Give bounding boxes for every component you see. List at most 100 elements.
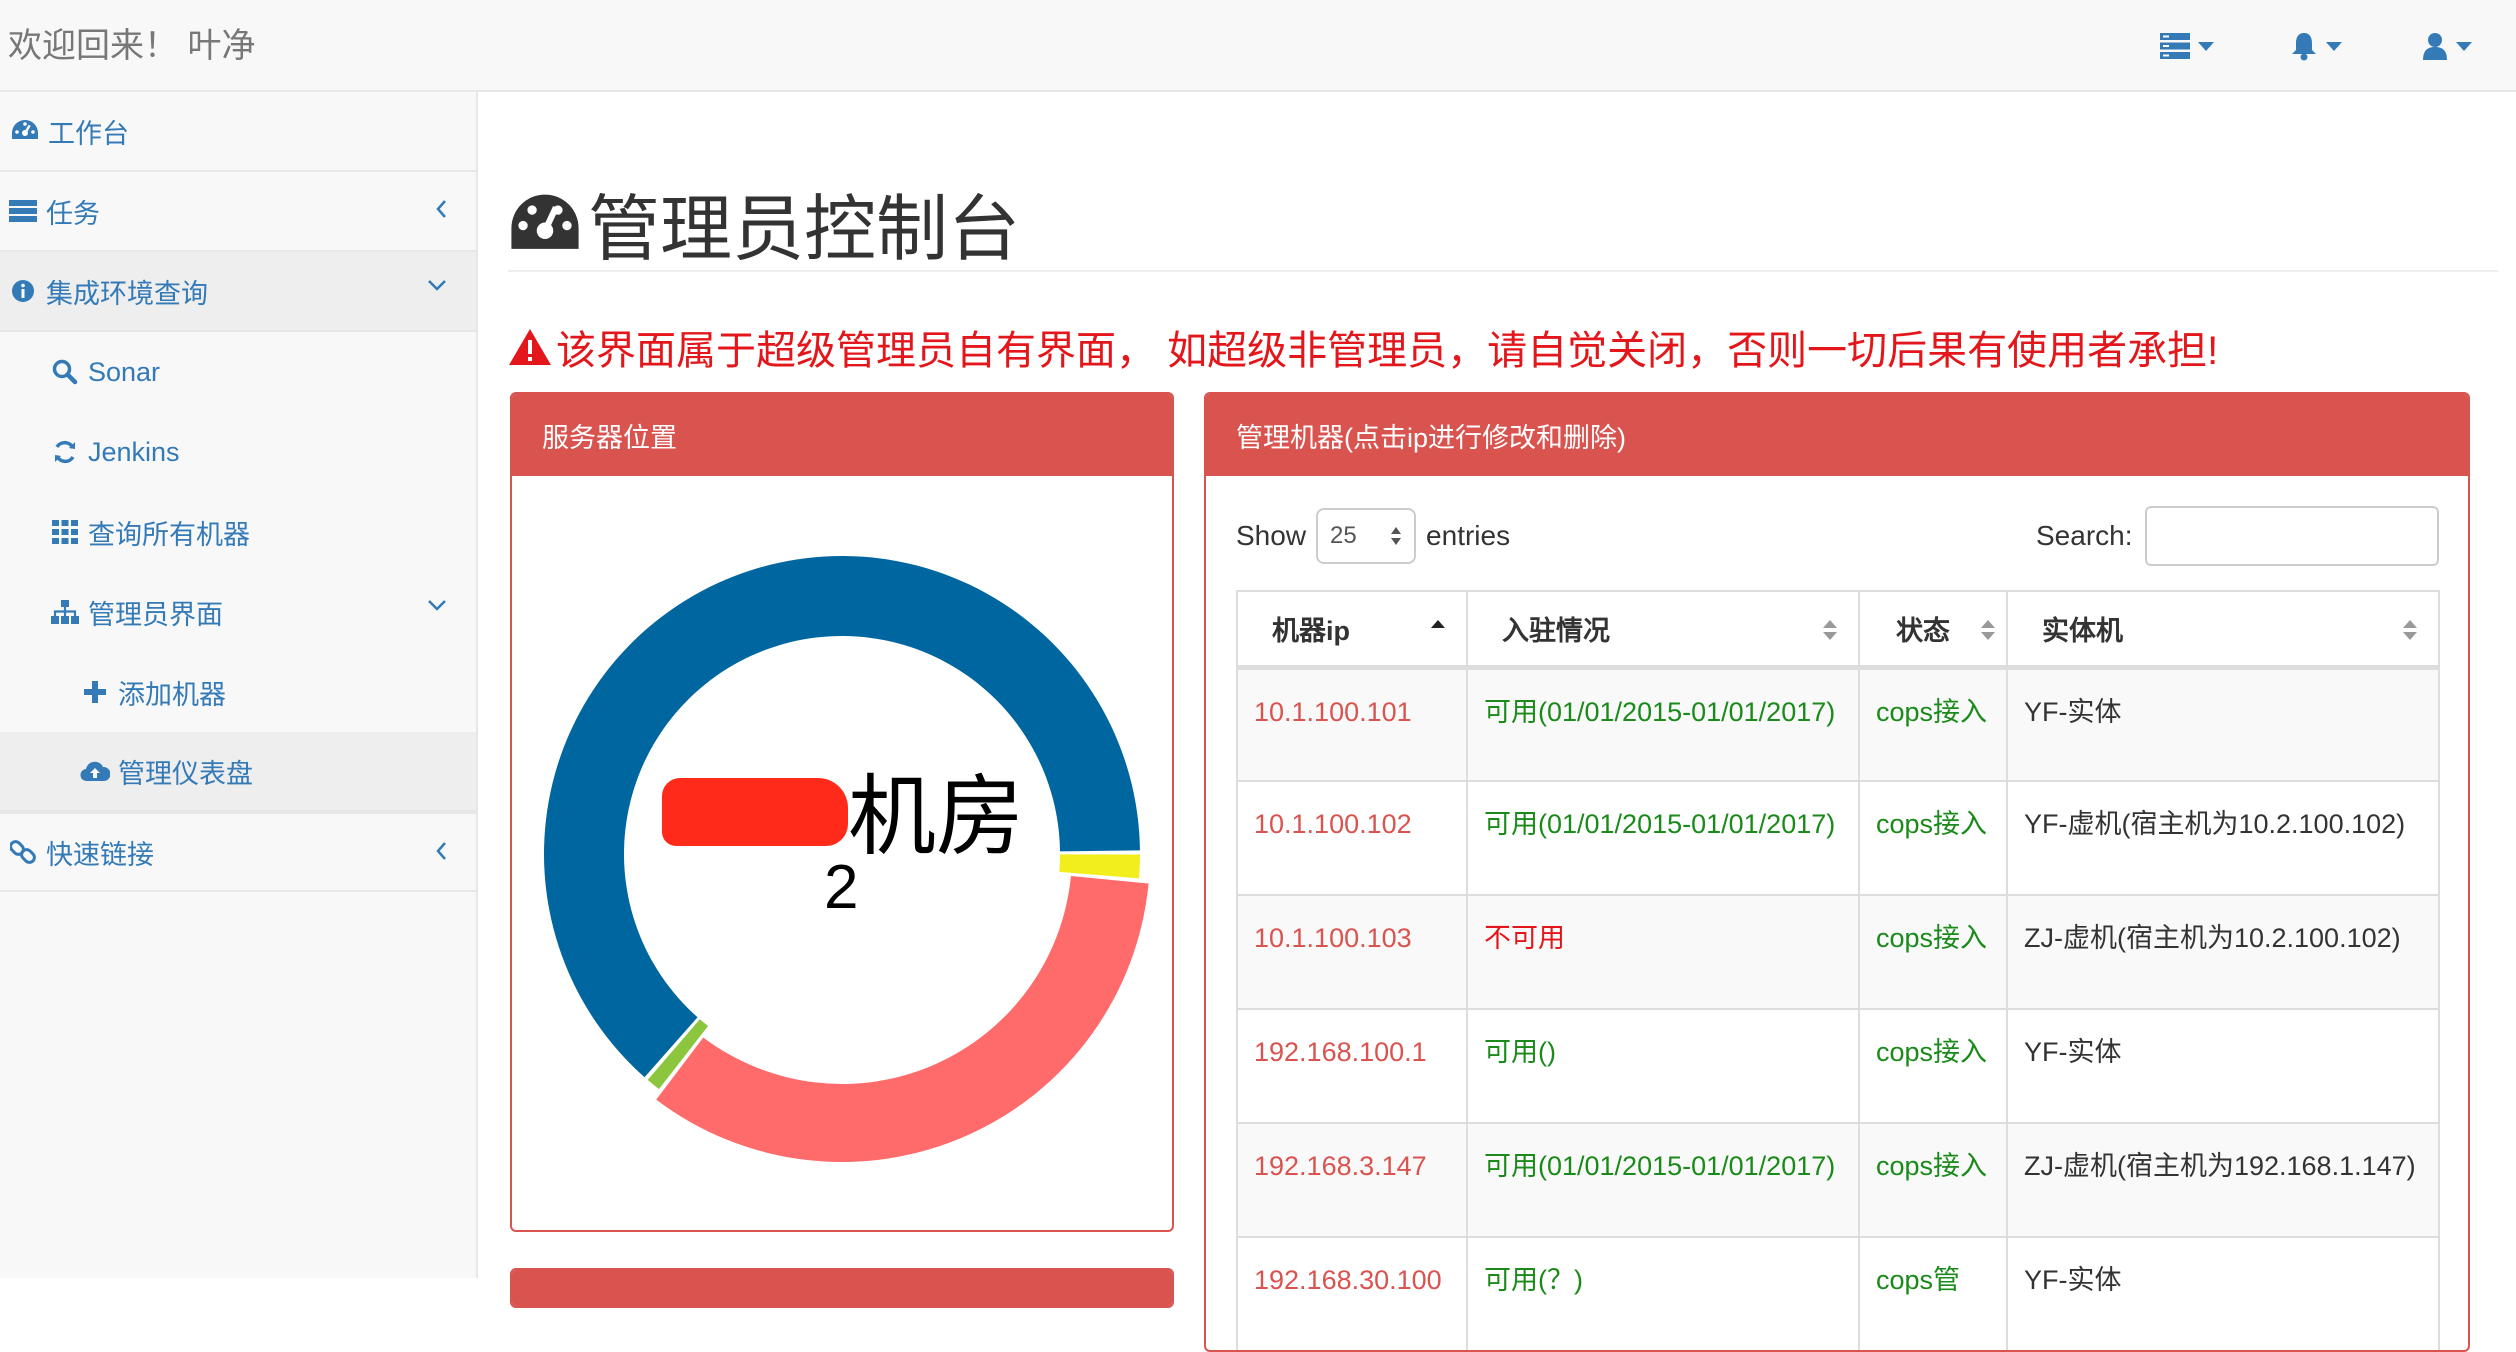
cell-host: YF-实体	[2006, 1008, 2440, 1124]
column-header-host[interactable]: 实体机	[2006, 590, 2440, 670]
page-length-value: 25	[1330, 522, 1357, 549]
warning-text: 该界面属于超级管理员自有界面， 如超级非管理员，请自觉关闭，否则一切后果有使用者…	[556, 329, 2219, 373]
sidebar-item-admin[interactable]: 管理员界面	[0, 572, 476, 652]
cell-status: 可用(？)	[1466, 1236, 1860, 1350]
chevron-left-icon	[436, 200, 446, 218]
sidebar-item-tasks[interactable]: 任务	[0, 172, 476, 252]
cell-ip[interactable]: 192.168.3.147	[1236, 1122, 1468, 1238]
page-length-select[interactable]: 25	[1316, 508, 1417, 564]
cell-state: cops接入	[1858, 1008, 2008, 1124]
donut-center-value: 2	[824, 853, 859, 922]
panel-heading: 管理机器(点击ip进行修改和删除)	[1206, 394, 2468, 476]
table-row: 192.168.30.100 可用(？) cops管 YF-实体	[1236, 1236, 2440, 1350]
sidebar-item-add-machine[interactable]: 添加机器	[0, 652, 476, 732]
search-icon	[50, 357, 80, 387]
cell-host: ZJ-虚机(宿主机为10.2.100.102)	[2006, 894, 2440, 1010]
sidebar-item-label: 查询所有机器	[88, 519, 250, 550]
sidebar-item-label: Jenkins	[88, 436, 180, 467]
second-panel	[510, 1268, 1174, 1308]
table-row: 10.1.100.103 不可用 cops接入 ZJ-虚机(宿主机为10.2.1…	[1236, 894, 2440, 1010]
cell-ip[interactable]: 10.1.100.103	[1236, 894, 1468, 1010]
chevron-down-icon	[2456, 41, 2472, 51]
warning-message: 该界面属于超级管理员自有界面， 如超级非管理员，请自觉关闭，否则一切后果有使用者…	[508, 318, 2218, 376]
chevron-down-icon	[2326, 41, 2342, 51]
info-circle-icon	[8, 276, 38, 306]
welcome-text: 欢迎回来！ 叶净	[8, 27, 256, 65]
machines-table: 机器ip 入驻情况 状态 实体机 10.1.100.101 可用(01/01/2…	[1236, 590, 2440, 1350]
column-header-ip[interactable]: 机器ip	[1236, 590, 1468, 670]
dashboard-icon	[511, 194, 579, 249]
divider	[508, 270, 2498, 272]
donut-center-title: 机房	[848, 767, 1025, 866]
sidebar: 工作台 任务 集成环境查询 Sonar Jenkins 查询所有机器 管理员界面…	[0, 92, 478, 1278]
cell-host: ZJ-虚机(宿主机为192.168.1.147)	[2006, 1122, 2440, 1238]
top-navbar: 欢迎回来！ 叶净	[0, 0, 2516, 92]
cell-status: 不可用	[1466, 894, 1860, 1010]
donut-segment[interactable]	[1059, 854, 1140, 879]
table-header-row: 机器ip 入驻情况 状态 实体机	[1236, 590, 2440, 670]
sidebar-item-env-query[interactable]: 集成环境查询	[0, 252, 476, 332]
grid-icon	[50, 517, 80, 547]
chevron-left-icon	[436, 842, 446, 860]
cell-state: cops管	[1858, 1236, 2008, 1350]
column-header-status[interactable]: 入驻情况	[1466, 590, 1860, 670]
redaction-mark	[662, 778, 848, 846]
cell-state: cops接入	[1858, 1122, 2008, 1238]
cell-host: YF-虚机(宿主机为10.2.100.102)	[2006, 780, 2440, 896]
cell-host: YF-实体	[2006, 666, 2440, 782]
sidebar-item-label: 工作台	[48, 118, 129, 149]
cell-status: 可用(01/01/2015-01/01/2017)	[1466, 666, 1860, 782]
page-title-text: 管理员控制台	[588, 190, 1021, 270]
sort-both-icon	[2403, 620, 2417, 640]
sidebar-item-admin-dashboard[interactable]: 管理仪表盘	[0, 732, 476, 812]
tasks-menu-icon	[2160, 33, 2190, 59]
table-row: 10.1.100.101 可用(01/01/2015-01/01/2017) c…	[1236, 666, 2440, 782]
chevron-down-icon	[2198, 41, 2214, 51]
sort-asc-icon	[1431, 620, 1445, 628]
sort-both-icon	[1981, 620, 1995, 640]
cell-state: cops接入	[1858, 780, 2008, 896]
cell-ip[interactable]: 192.168.100.1	[1236, 1008, 1468, 1124]
managed-machines-panel: 管理机器(点击ip进行修改和删除) Show 25 entries Search…	[1204, 392, 2470, 1352]
cloud-upload-icon	[80, 756, 110, 786]
page-title: 管理员控制台	[508, 170, 1020, 275]
page-length-control: Show 25 entries	[1236, 508, 1510, 564]
cell-status: 可用(01/01/2015-01/01/2017)	[1466, 1122, 1860, 1238]
user-menu-button[interactable]	[2422, 26, 2472, 66]
sidebar-item-label: 集成环境查询	[46, 278, 208, 309]
warning-icon	[509, 329, 551, 365]
refresh-icon	[50, 437, 80, 467]
sidebar-item-label: 管理仪表盘	[118, 758, 253, 789]
sidebar-item-label: 快速链接	[46, 839, 154, 870]
dashboard-icon	[10, 116, 40, 146]
cell-ip[interactable]: 192.168.30.100	[1236, 1236, 1468, 1350]
panel-heading: 服务器位置	[512, 394, 1172, 476]
bell-icon	[2292, 33, 2316, 61]
sidebar-item-all-machines[interactable]: 查询所有机器	[0, 492, 476, 572]
notifications-button[interactable]	[2290, 26, 2342, 66]
cell-status: 可用()	[1466, 1008, 1860, 1124]
table-search: Search:	[2036, 506, 2439, 566]
sidebar-item-quick-links[interactable]: 快速链接	[0, 812, 476, 892]
plus-icon	[80, 677, 110, 707]
sort-both-icon	[1823, 620, 1837, 640]
table-row: 192.168.3.147 可用(01/01/2015-01/01/2017) …	[1236, 1122, 2440, 1238]
tasks-menu-button[interactable]	[2160, 26, 2214, 66]
sidebar-item-dashboard[interactable]: 工作台	[0, 92, 476, 172]
search-label: Search:	[2036, 520, 2133, 551]
search-input[interactable]	[2144, 506, 2439, 566]
cell-ip[interactable]: 10.1.100.102	[1236, 780, 1468, 896]
cell-status: 可用(01/01/2015-01/01/2017)	[1466, 780, 1860, 896]
sidebar-item-sonar[interactable]: Sonar	[0, 332, 476, 412]
sidebar-item-label: Sonar	[88, 356, 161, 387]
donut-segment[interactable]	[656, 876, 1149, 1162]
server-location-panel: 服务器位置 机房 2	[510, 392, 1174, 1232]
sidebar-item-label: 添加机器	[118, 679, 226, 710]
sidebar-item-jenkins[interactable]: Jenkins	[0, 412, 476, 492]
table-row: 192.168.100.1 可用() cops接入 YF-实体	[1236, 1008, 2440, 1124]
cell-ip[interactable]: 10.1.100.101	[1236, 666, 1468, 782]
sitemap-icon	[50, 597, 80, 627]
entries-label: entries	[1426, 520, 1511, 551]
column-header-state[interactable]: 状态	[1858, 590, 2008, 670]
cell-host: YF-实体	[2006, 1236, 2440, 1350]
